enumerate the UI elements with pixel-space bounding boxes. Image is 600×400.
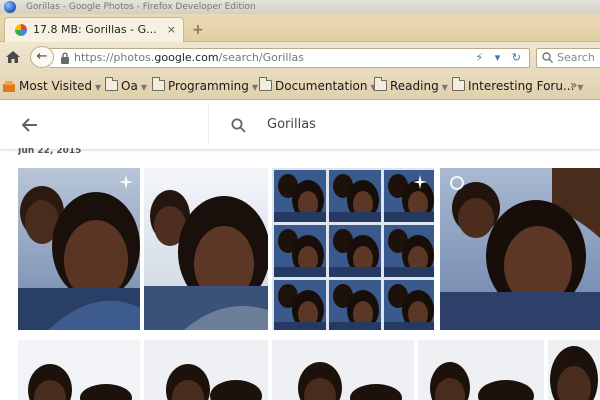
new-tab-button[interactable]: + [192,22,204,38]
navigation-toolbar: https://photos.google.com/search/Gorilla… [0,42,600,72]
selfie-photo-image [418,340,544,400]
google-photos-favicon-icon [15,24,27,36]
chevron-down-icon: ▼ [577,83,584,92]
url-prefix: https://photos. [74,51,155,64]
window-title-bar: Gorillas - Google Photos - Firefox Devel… [0,0,600,14]
sparkle-icon [119,175,133,189]
photo-thumbnail[interactable] [418,340,544,400]
collage-tile [274,280,326,330]
photo-thumbnail[interactable] [18,168,140,330]
folder-icon [452,77,465,91]
bookmark-folder-interesting-forums[interactable]: Interesting Foru... ▼ [452,77,584,94]
collage-tile [274,225,326,277]
folder-icon [259,77,272,91]
lock-icon[interactable] [60,52,70,64]
bookmark-folder-oa[interactable]: Oa ▼ [105,77,147,94]
url-action-icons[interactable]: ⚡ ▾ ↻ [476,49,525,67]
photo-thumbnail[interactable] [18,340,140,400]
sparkle-icon [413,175,427,189]
collage-photo-image [274,170,434,330]
bookmarks-toolbar: Most Visited ▼ Oa ▼ Programming ▼ Documenta… [0,72,600,100]
most-visited-icon [3,81,15,92]
photo-thumbnail[interactable] [440,168,600,330]
folder-icon [105,77,118,91]
search-icon [231,118,246,133]
selfie-photo-image [548,340,600,400]
url-host: google.com [154,51,219,64]
back-button[interactable]: ← [30,46,54,68]
collage-tile [384,280,434,330]
photo-thumbnail[interactable] [144,340,268,400]
bookmark-folder-documentation[interactable]: Documentation▼ [259,77,377,94]
folder-icon [374,77,387,91]
collage-tile [329,170,381,222]
bookmark-folder-reading[interactable]: Reading ▼ [374,77,448,94]
browser-search-input[interactable]: Search [536,48,600,68]
bookmark-label: Reading [390,79,439,93]
bookmark-label: Documentation [275,79,368,93]
bookmark-folder-programming[interactable]: Programming ▼ [152,77,259,94]
url-path: /search/Gorillas [218,51,305,64]
bookmark-label: Oa [121,79,138,93]
chevron-down-icon: ▼ [251,83,259,92]
firefox-logo-icon [4,1,16,13]
chevron-down-icon: ▼ [95,83,102,92]
collage-tile [274,170,326,222]
arrow-back-icon[interactable] [20,115,40,135]
search-icon [542,52,553,63]
bookmark-most-visited[interactable]: Most Visited ▼ [3,78,101,94]
bookmarks-overflow-chevron-icon[interactable]: » [570,78,577,92]
photos-search-input[interactable]: Gorillas [208,105,600,145]
chevron-down-icon: ▼ [441,83,448,92]
selfie-photo-image [18,168,140,330]
tab-google-photos[interactable]: 17.8 MB: Gorillas - G... × [4,17,184,43]
selfie-photo-image [18,340,140,400]
search-query-text: Gorillas [267,117,316,132]
window-title: Gorillas - Google Photos - Firefox Devel… [26,2,256,12]
photos-search-header: Gorillas [0,101,600,149]
collage-tile [384,225,434,277]
collage-tile [329,280,381,330]
tab-title: 17.8 MB: Gorillas - G... [33,23,157,36]
search-placeholder: Search [557,51,595,64]
tab-strip: 17.8 MB: Gorillas - G... × + [0,14,600,43]
folder-icon [152,77,165,91]
chevron-down-icon: ▼ [140,83,147,92]
photo-thumbnail[interactable] [548,340,600,400]
collage-tile [329,225,381,277]
tab-close-icon[interactable]: × [167,18,176,42]
selfie-photo-image [144,340,268,400]
selfie-photo-image [272,340,414,400]
select-checkbox-icon[interactable] [450,176,464,190]
photo-thumbnail[interactable] [144,168,268,330]
bookmark-label: Interesting Foru... [468,79,575,93]
selfie-photo-image [144,168,268,330]
photo-thumbnail[interactable] [272,340,414,400]
collage-thumbnail[interactable] [272,168,434,330]
selfie-photo-image [440,168,600,330]
home-icon[interactable] [5,49,21,65]
photo-group-date: Jun 22, 2015 [18,148,82,156]
bookmark-label: Programming [168,79,249,93]
bookmark-label: Most Visited [19,79,93,93]
url-bar[interactable]: https://photos.google.com/search/Gorilla… [50,48,530,68]
